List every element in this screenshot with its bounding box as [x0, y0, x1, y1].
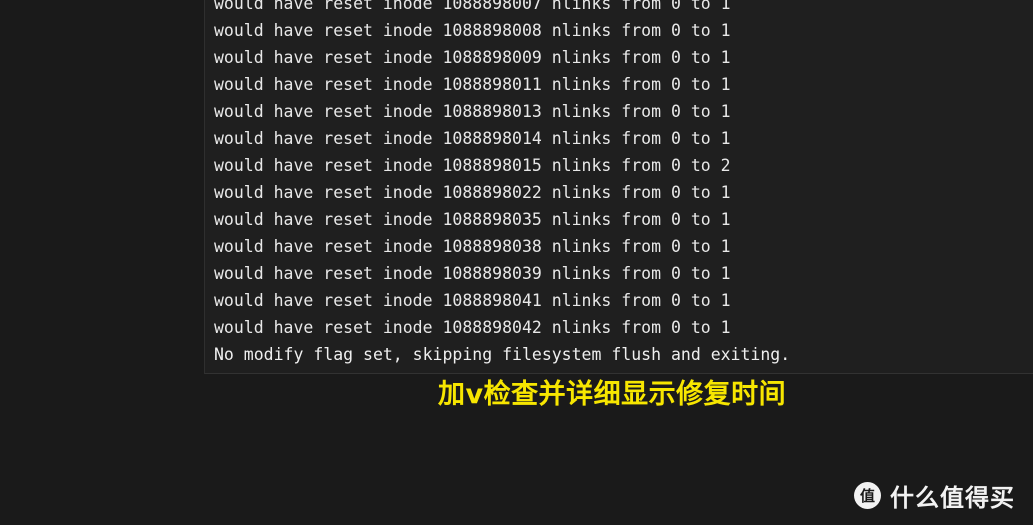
terminal-line: would have reset inode 1088898035 nlinks…	[214, 210, 731, 229]
terminal-final-line: No modify flag set, skipping filesystem …	[214, 345, 791, 364]
terminal-line: would have reset inode 1088898014 nlinks…	[214, 129, 731, 148]
terminal-line: would have reset inode 1088898022 nlinks…	[214, 183, 731, 202]
terminal-line: would have reset inode 1088898007 nlinks…	[214, 0, 731, 13]
terminal-line: would have reset inode 1088898009 nlinks…	[214, 48, 731, 67]
terminal-line: would have reset inode 1088898015 nlinks…	[214, 156, 731, 175]
control-row: CHECK Options (see Help)	[0, 403, 1033, 463]
watermark: 值 什么值得买	[854, 478, 1015, 513]
terminal-line: would have reset inode 1088898039 nlinks…	[214, 264, 731, 283]
terminal-line: would have reset inode 1088898038 nlinks…	[214, 237, 731, 256]
watermark-text: 什么值得买	[890, 484, 1015, 512]
terminal-line: would have reset inode 1088898008 nlinks…	[214, 21, 731, 40]
terminal-line-list: would have reset inode 1088898007 nlinks…	[214, 0, 1033, 341]
terminal-line: would have reset inode 1088898041 nlinks…	[214, 291, 731, 310]
app-root: would have reset inode 1088898007 nlinks…	[0, 0, 1033, 525]
terminal-output-panel: would have reset inode 1088898007 nlinks…	[204, 0, 1033, 374]
terminal-line: would have reset inode 1088898013 nlinks…	[214, 102, 731, 121]
terminal-line: would have reset inode 1088898042 nlinks…	[214, 318, 731, 337]
watermark-logo-icon: 值	[854, 482, 881, 509]
terminal-line: would have reset inode 1088898011 nlinks…	[214, 75, 731, 94]
